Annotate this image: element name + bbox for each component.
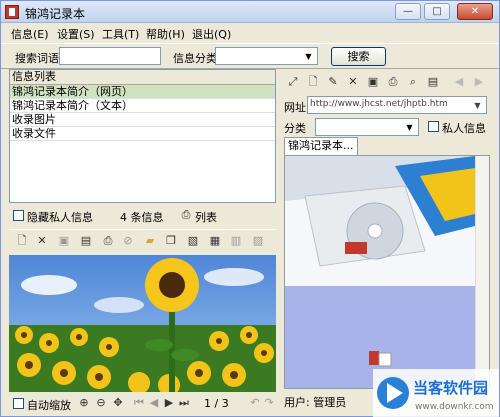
keyword-label: 搜索词语: [15, 52, 59, 65]
title-bar: 锦鸿记录本 — □ ✕: [1, 1, 499, 23]
last-page-icon[interactable]: ⏭: [177, 396, 191, 410]
record-content: [284, 155, 490, 389]
auto-zoom-label: 自动缩放: [27, 399, 71, 412]
list-item[interactable]: 锦鸿记录本简介（文本）: [10, 99, 275, 113]
maximize-button[interactable]: □: [424, 3, 450, 20]
print-icon[interactable]: ⎙: [101, 234, 115, 248]
rotate-left-icon[interactable]: ↶: [248, 396, 262, 410]
record-category-select[interactable]: ▼: [315, 118, 419, 136]
record-illustration: [285, 156, 475, 388]
new-document-icon[interactable]: 🗋: [15, 234, 29, 248]
printer-icon: ⎙: [181, 208, 191, 221]
edit-icon[interactable]: ✎: [326, 75, 340, 89]
sunflower-picture: [9, 255, 276, 392]
save-record-icon[interactable]: ▣: [366, 75, 380, 89]
chevron-down-icon: ▼: [474, 101, 481, 110]
item-count: 4 条信息: [120, 211, 164, 224]
export-icon[interactable]: ▦: [208, 234, 222, 248]
hide-private-label: 隐藏私人信息: [27, 211, 93, 224]
new-record-icon[interactable]: 🗋: [306, 75, 320, 89]
record-toolbar: ⤢ 🗋 ✎ ✕ ▣ ⎙ ⌕ ▤ ◀ ▶: [282, 73, 492, 91]
user-status: 用户: 管理员: [284, 396, 347, 409]
category-select[interactable]: ▼: [215, 47, 318, 65]
private-checkbox[interactable]: [428, 121, 439, 132]
menu-bar: 信息(E) 设置(S) 工具(T) 帮助(H) 退出(Q): [1, 23, 499, 43]
list-view-button[interactable]: 列表: [195, 209, 217, 225]
print-record-icon[interactable]: ⎙: [386, 75, 400, 89]
save-as-icon[interactable]: ▤: [79, 234, 93, 248]
rotate-right-icon[interactable]: ↷: [262, 396, 276, 410]
page-indicator: 1 / 3: [204, 397, 229, 410]
export-record-icon[interactable]: ▤: [426, 75, 440, 89]
info-list: 信息列表 锦鸿记录本简介（网页） 锦鸿记录本简介（文本） 收录图片 收录文件: [9, 69, 276, 203]
category-label: 信息分类: [173, 52, 217, 65]
site-watermark: 当客软件园 www.downkr.com: [373, 369, 499, 417]
vertical-scrollbar[interactable]: [475, 156, 489, 388]
list-header: 信息列表: [10, 70, 275, 85]
watermark-brand: 当客软件园: [413, 379, 488, 397]
right-pane: ⤢ 🗋 ✎ ✕ ▣ ⎙ ⌕ ▤ ◀ ▶ 网址 http://www.jhcst.…: [282, 69, 492, 409]
app-window: 锦鸿记录本 — □ ✕ 信息(E) 设置(S) 工具(T) 帮助(H) 退出(Q…: [0, 0, 500, 417]
search-bar: 搜索词语 信息分类 ▼ 搜索: [1, 43, 499, 69]
zoom-out-icon[interactable]: ⊖: [94, 396, 108, 410]
delete-record-icon[interactable]: ✕: [346, 75, 360, 89]
left-pane: 信息列表 锦鸿记录本简介（网页） 锦鸿记录本简介（文本） 收录图片 收录文件 隐…: [9, 69, 276, 412]
minimize-button[interactable]: —: [395, 3, 421, 20]
list-item[interactable]: 收录图片: [10, 113, 275, 127]
chevron-down-icon: ▼: [406, 123, 413, 132]
fullscreen-icon[interactable]: ⤢: [286, 75, 300, 89]
url-input[interactable]: http://www.jhcst.net/jhptb.htm ▼: [307, 96, 487, 114]
auto-zoom-checkbox[interactable]: [13, 398, 24, 409]
back-arrow-icon[interactable]: ◀: [452, 75, 466, 89]
list-status: 隐藏私人信息 4 条信息 ⎙ 列表: [9, 207, 276, 225]
hide-private-checkbox[interactable]: [13, 210, 24, 221]
menu-exit[interactable]: 退出(Q): [192, 26, 231, 42]
previous-page-icon[interactable]: ◀: [147, 396, 161, 410]
menu-tools[interactable]: 工具(T): [102, 26, 139, 42]
next-page-icon[interactable]: ▶: [162, 396, 176, 410]
menu-settings[interactable]: 设置(S): [57, 26, 95, 42]
tab-record[interactable]: 锦鸿记录本...: [284, 137, 358, 155]
list-item[interactable]: 收录文件: [10, 127, 275, 141]
menu-help[interactable]: 帮助(H): [146, 26, 185, 42]
paste-icon[interactable]: ▧: [186, 234, 200, 248]
window-title: 锦鸿记录本: [25, 7, 86, 21]
image-toolbar: 🗋 ✕ ▣ ▤ ⎙ ⊘ ▰ ❐ ▧ ▦ ▥ ▨: [9, 229, 276, 251]
zoom-in-icon[interactable]: ⊕: [77, 396, 91, 410]
copy-icon[interactable]: ❐: [164, 234, 178, 248]
list-item[interactable]: 锦鸿记录本简介（网页）: [10, 85, 275, 99]
save-icon[interactable]: ▣: [57, 234, 71, 248]
chevron-down-icon: ▼: [305, 52, 312, 61]
image-controls: 自动缩放 ⊕ ⊖ ✥ ⏮ ◀ ▶ ⏭ 1 / 3 ↶ ↷: [9, 395, 276, 412]
watermark-url: www.downkr.com: [415, 402, 494, 412]
delete-icon[interactable]: ✕: [35, 234, 49, 248]
forward-arrow-icon[interactable]: ▶: [472, 75, 486, 89]
preview-icon[interactable]: ⌕: [406, 75, 420, 89]
search-button[interactable]: 搜索: [331, 47, 386, 66]
open-folder-icon[interactable]: ▰: [143, 234, 157, 248]
move-icon[interactable]: ✥: [111, 396, 125, 410]
pane-splitter[interactable]: [277, 69, 281, 409]
app-icon: [5, 5, 19, 19]
private-label: 私人信息: [442, 122, 486, 135]
record-category-label: 分类: [284, 122, 306, 135]
menu-info[interactable]: 信息(E): [11, 26, 49, 42]
first-page-icon[interactable]: ⏮: [132, 396, 146, 410]
sunflower-image: [9, 255, 276, 392]
watermark-logo: 当客软件园 www.downkr.com: [373, 369, 499, 417]
cancel-icon[interactable]: ⊘: [121, 234, 135, 248]
import-icon[interactable]: ▥: [229, 234, 243, 248]
close-button[interactable]: ✕: [457, 3, 493, 20]
keyword-input[interactable]: [59, 47, 161, 65]
url-label: 网址: [284, 101, 306, 114]
clipboard-icon[interactable]: ▨: [251, 234, 265, 248]
